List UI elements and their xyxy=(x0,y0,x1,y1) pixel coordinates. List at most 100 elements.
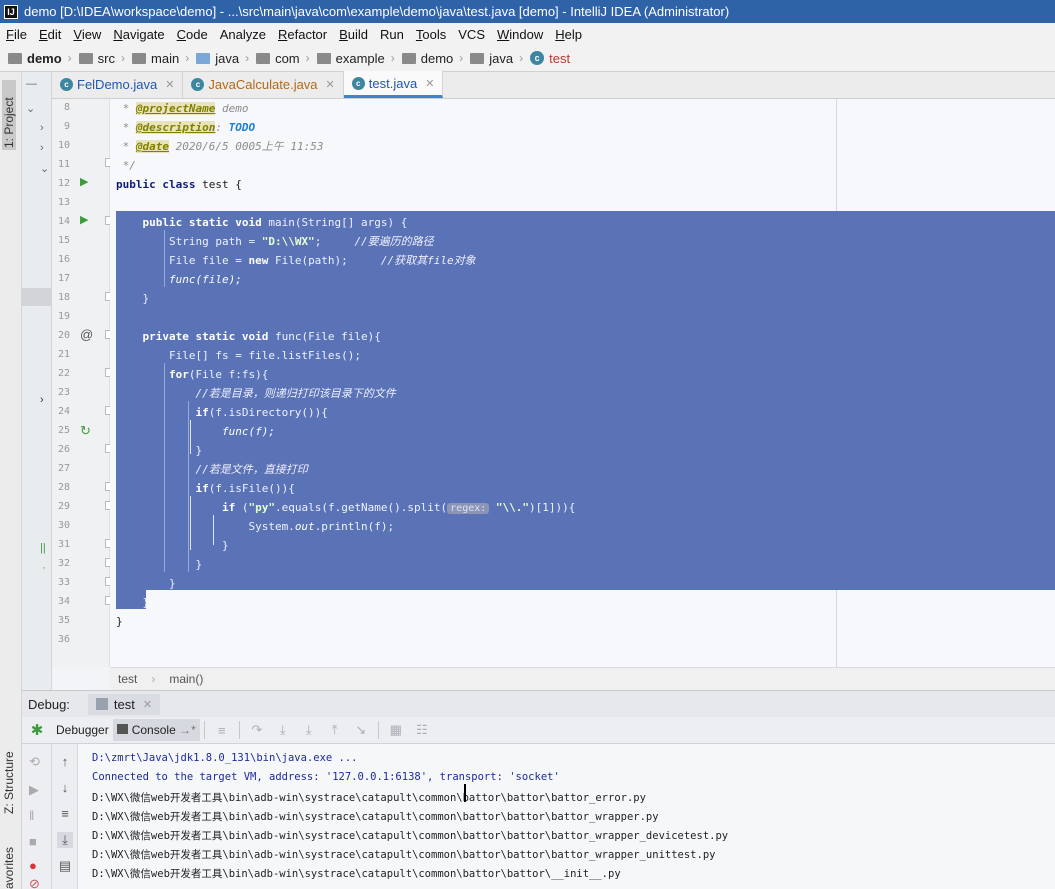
tree-chevron-down-icon[interactable]: ⌄ xyxy=(40,162,49,175)
menu-code[interactable]: Code xyxy=(171,27,214,42)
folder-icon xyxy=(470,52,485,64)
menu-build[interactable]: Build xyxy=(333,27,374,42)
override-at-icon[interactable]: @ xyxy=(80,327,93,342)
tree-chevron-right-icon[interactable]: › xyxy=(40,122,44,134)
bug-icon[interactable]: ✱ xyxy=(22,721,52,739)
menu-help[interactable]: Help xyxy=(549,27,588,42)
close-icon[interactable]: ✕ xyxy=(326,78,335,91)
soft-wrap-icon[interactable]: ≡ xyxy=(57,806,73,821)
rerun-icon[interactable]: ⟲ xyxy=(29,754,40,770)
run-gutter-icon[interactable]: ▶ xyxy=(80,175,88,188)
mute-breakpoints-icon[interactable]: ⊘ xyxy=(29,876,40,889)
console-side-toolbar: ↑ ↓ ≡ ⤓ ▤ xyxy=(52,744,78,889)
scroll-to-end-icon[interactable]: ⤓ xyxy=(57,832,73,848)
print-icon[interactable]: ▤ xyxy=(57,858,73,874)
class-c-icon: c xyxy=(351,76,365,90)
editor-gutter[interactable]: 8 9 10 11 12 13 14 15 16 17 18 19 20 21 … xyxy=(52,99,114,667)
code-line-35: } xyxy=(116,615,123,628)
stop-icon[interactable]: ■ xyxy=(29,834,37,849)
force-step-into-icon[interactable]: ⤓ xyxy=(296,722,322,738)
menu-edit[interactable]: Edit xyxy=(33,27,67,42)
trace-icon[interactable]: ☷ xyxy=(409,722,435,738)
code-line-15: String path = "D:\\WX"; //要遍历的路径 xyxy=(116,235,434,248)
code-line-27: //若是文件，直接打印 xyxy=(116,463,308,476)
class-c-icon: c xyxy=(530,51,545,65)
tree-chevron-right-icon[interactable]: › xyxy=(40,394,44,406)
minimize-icon[interactable]: — xyxy=(26,78,37,90)
class-c-icon: c xyxy=(191,78,205,91)
evaluate-expression-icon[interactable]: ▦ xyxy=(383,722,409,738)
tab-debugger[interactable]: Debugger xyxy=(52,719,113,741)
menu-run[interactable]: Run xyxy=(374,27,410,42)
crumb-test[interactable]: c test xyxy=(530,51,570,66)
editor-crumb-method[interactable]: main() xyxy=(169,672,203,686)
crumb-src[interactable]: src › xyxy=(78,51,132,66)
menu-analyze[interactable]: Analyze xyxy=(214,27,272,42)
arrow-up-icon[interactable]: ↑ xyxy=(57,754,73,769)
pause-icon[interactable]: ‖ xyxy=(29,808,34,823)
run-to-cursor-icon[interactable]: ↘ xyxy=(348,722,374,738)
editor-tabs: c FelDemo.java ✕ c JavaCalculate.java ✕ … xyxy=(52,71,1055,99)
structure-tool-tab[interactable]: Z: Structure xyxy=(2,744,16,814)
crumb-example[interactable]: example › xyxy=(316,51,402,66)
crumb-main[interactable]: main › xyxy=(132,51,196,66)
step-over-icon[interactable]: ↷ xyxy=(244,722,270,738)
line-number: 19 xyxy=(57,311,70,322)
debug-label: Debug: xyxy=(28,696,70,712)
debug-side-controls: ⟲ ▶ ‖ ■ ● ⊘ xyxy=(22,744,52,889)
tab-feldemo-java[interactable]: c FelDemo.java ✕ xyxy=(52,71,184,98)
code-line-21: File[] fs = file.listFiles(); xyxy=(116,349,362,362)
show-execution-point-icon[interactable]: ≡ xyxy=(209,723,235,738)
code-line-12: public class test { xyxy=(116,178,242,191)
crumb-com[interactable]: com › xyxy=(256,51,317,66)
tab-console[interactable]: Console →* xyxy=(112,719,200,741)
editor-crumb-class[interactable]: test xyxy=(118,672,137,686)
project-tool-tab[interactable]: 1: Project xyxy=(2,80,16,150)
debug-run-config-tab[interactable]: test ✕ xyxy=(87,693,161,715)
menu-window[interactable]: Window xyxy=(491,27,549,42)
favorites-tool-tab[interactable]: avorites xyxy=(2,844,16,889)
step-out-icon[interactable]: ⤒ xyxy=(322,722,348,738)
line-number: 31 xyxy=(57,539,70,550)
tab-javacalculate-java[interactable]: c JavaCalculate.java ✕ xyxy=(183,71,344,98)
tab-label: test.java xyxy=(368,75,418,91)
code-line-34: } xyxy=(116,596,150,609)
close-icon[interactable]: ✕ xyxy=(143,698,152,711)
code-editor[interactable]: * @projectName demo * @description: TODO… xyxy=(110,99,1055,667)
resume-icon[interactable]: ▶ xyxy=(29,782,39,798)
tree-chevron-down-icon[interactable]: ⌄ xyxy=(26,102,35,115)
run-gutter-icon[interactable]: ▶ xyxy=(80,213,88,226)
code-line-33: } xyxy=(116,577,176,590)
menu-file[interactable]: File xyxy=(0,27,33,42)
tree-test-marker-icon: · xyxy=(42,562,46,574)
code-line-29: if ("py".equals(f.getName().split(regex:… xyxy=(116,501,576,514)
console-output[interactable]: D:\zmrt\Java\jdk1.8.0_131\bin\java.exe .… xyxy=(78,744,1055,889)
menu-vcs[interactable]: VCS xyxy=(452,27,491,42)
tree-chevron-right-icon[interactable]: › xyxy=(40,142,44,154)
line-number: 11 xyxy=(57,159,70,170)
menu-view[interactable]: View xyxy=(67,27,107,42)
line-number: 25 xyxy=(57,425,70,436)
crumb-demo[interactable]: demo › xyxy=(8,51,79,66)
menu-tools[interactable]: Tools xyxy=(410,27,452,42)
step-into-icon[interactable]: ⤓ xyxy=(270,722,296,738)
code-line-31: } xyxy=(116,539,229,552)
close-icon[interactable]: ✕ xyxy=(425,77,434,90)
view-breakpoints-icon[interactable]: ● xyxy=(29,858,37,873)
menu-navigate[interactable]: Navigate xyxy=(107,27,170,42)
line-number: 20 xyxy=(57,330,70,341)
folder-icon xyxy=(8,52,22,64)
tab-test-java[interactable]: c test.java ✕ xyxy=(343,71,444,98)
crumb-java[interactable]: java › xyxy=(196,51,256,66)
close-icon[interactable]: ✕ xyxy=(165,78,174,91)
folder-icon xyxy=(401,52,416,64)
crumb-demo-package[interactable]: demo › xyxy=(401,51,471,66)
menu-refactor[interactable]: Refactor xyxy=(272,27,333,42)
run-config-icon xyxy=(95,698,108,710)
line-number: 30 xyxy=(57,520,70,531)
line-number: 8 xyxy=(63,102,70,113)
project-panel-collapsed: — ⌄ › › ⌄ › || · xyxy=(22,72,52,690)
arrow-down-icon[interactable]: ↓ xyxy=(57,780,73,795)
tree-selected-row[interactable] xyxy=(22,288,52,306)
crumb-java-package[interactable]: java › xyxy=(470,51,530,66)
